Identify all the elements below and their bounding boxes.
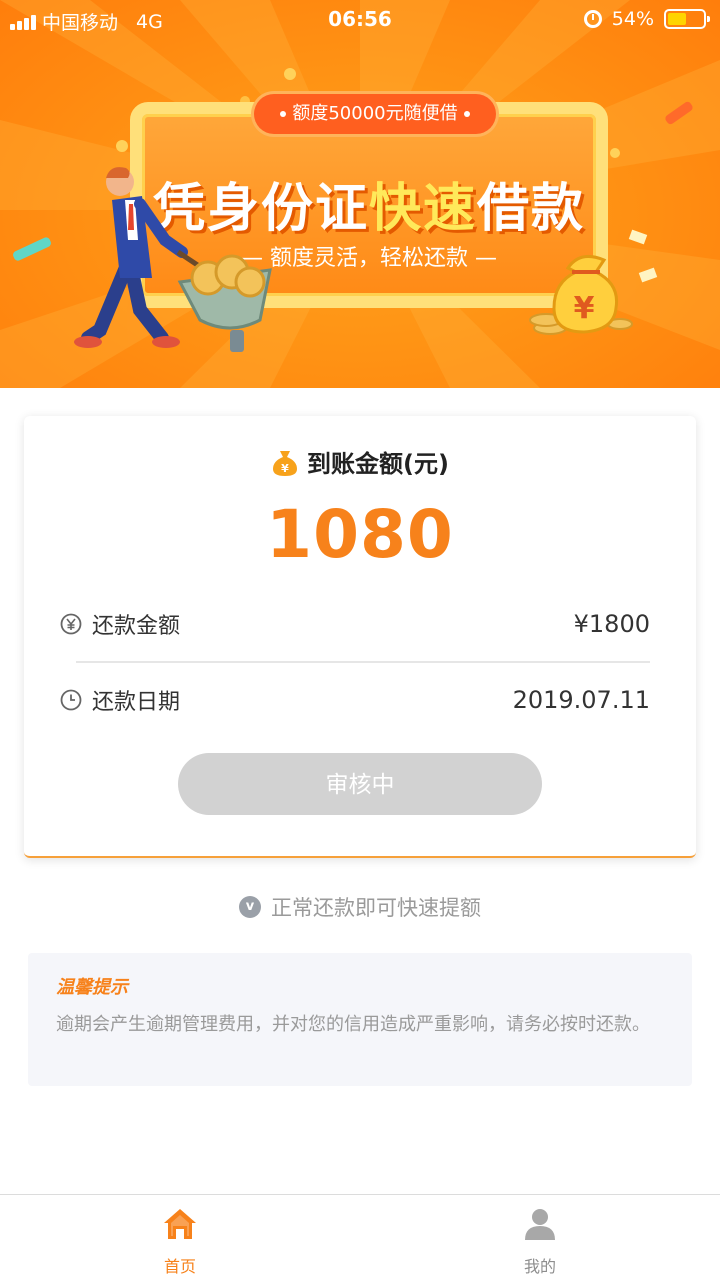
decor-dot (116, 140, 128, 152)
bottom-tab-bar: 首页 我的 (0, 1194, 720, 1280)
repay-date-row: 还款日期 2019.07.11 (60, 680, 650, 720)
notice-body: 逾期会产生逾期管理费用，并对您的信用造成严重影响，请务必按时还款。 (56, 1014, 650, 1035)
repay-amount-value: ¥1800 (573, 610, 650, 638)
decor-dot (284, 68, 296, 80)
money-bag-illustration: ¥ (529, 254, 633, 335)
credit-tip-text: 正常还款即可快速提额 (271, 896, 481, 920)
tab-home[interactable]: 首页 (0, 1195, 360, 1280)
user-icon (525, 1209, 555, 1240)
reviewing-status-button[interactable]: 审核中 (178, 753, 542, 815)
man-wheelbarrow-illustration (74, 167, 272, 352)
yuan-icon (60, 613, 82, 635)
svg-text:¥: ¥ (574, 291, 595, 326)
svg-text:¥: ¥ (281, 462, 289, 475)
received-amount-value: 1080 (266, 496, 454, 573)
received-amount-title: 到账金额(元) (307, 450, 449, 478)
status-bar: 中国移动 4G 06:56 54% (0, 0, 720, 40)
credit-limit-pill: 额度50000元随便借 (254, 94, 496, 134)
home-icon (164, 1209, 196, 1239)
vip-icon: v (239, 896, 261, 918)
battery-percent: 54% (611, 8, 654, 30)
tab-me[interactable]: 我的 (360, 1195, 720, 1280)
repay-date-value: 2019.07.11 (512, 686, 650, 714)
decor-dot (610, 148, 620, 158)
notice-title: 温馨提示 (56, 977, 128, 998)
money-bag-icon: ¥ (273, 450, 298, 476)
repay-amount-label: 还款金额 (92, 614, 181, 639)
battery-icon (664, 9, 710, 29)
tab-me-label: 我的 (523, 1257, 556, 1276)
repay-date-label: 还款日期 (92, 690, 181, 715)
clock-icon (60, 689, 82, 711)
repay-amount-row: 还款金额 ¥1800 (60, 604, 650, 644)
credit-tip: v 正常还款即可快速提额 (0, 892, 720, 922)
promo-banner[interactable]: 中国移动 4G 06:56 54% 额度50000元随便借 凭身份证快速借款 —… (0, 0, 720, 388)
alarm-icon (583, 10, 602, 28)
tab-home-label: 首页 (163, 1257, 196, 1276)
warm-notice: 温馨提示 逾期会产生逾期管理费用，并对您的信用造成严重影响，请务必按时还款。 (28, 953, 692, 1086)
divider (76, 661, 650, 663)
loan-summary-card: ¥ 到账金额(元) 1080 还款金额 ¥1800 还款日期 2019.07.1… (24, 416, 696, 858)
